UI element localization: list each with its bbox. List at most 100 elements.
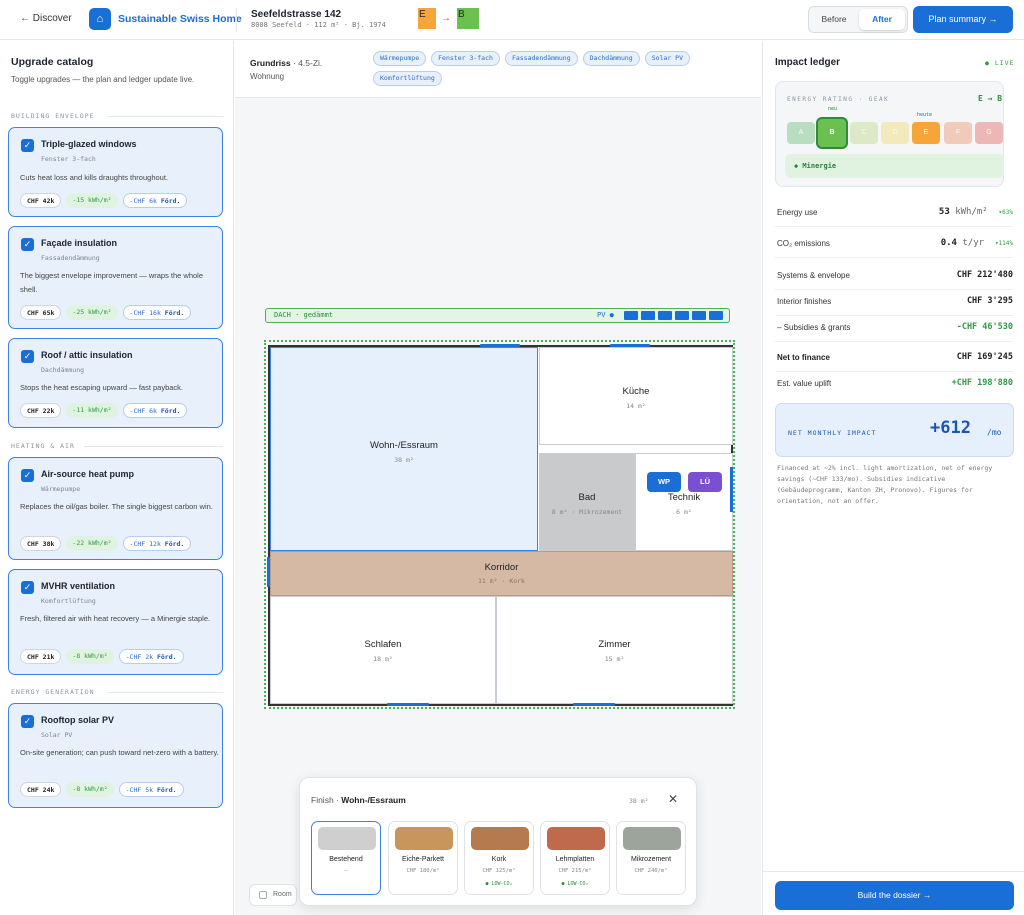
checkbox-icon[interactable] — [259, 891, 267, 899]
solar-panel-icon — [624, 311, 638, 320]
rating-change: E → B — [978, 94, 1003, 103]
upgrade-chip[interactable]: Fassadendämmung — [504, 51, 578, 66]
room-area: 14 m² — [626, 402, 646, 410]
solar-panel-icon — [692, 311, 706, 320]
subsidy-pill: -CHF 2k Förd. — [118, 649, 184, 664]
energy-pill: -22 kWh/m² — [66, 536, 118, 551]
room-bad[interactable]: Bad 8 m² · Mikrozement — [539, 453, 635, 551]
upgrade-card[interactable]: ✓ Rooftop solar PV Solar PV On-site gene… — [8, 703, 223, 808]
property-address: Seefeldstrasse 142 — [251, 9, 342, 20]
row-value: -CHF 46'530 — [956, 322, 1013, 332]
upgrade-card[interactable]: ✓ Roof / attic insulation Dachdämmung St… — [8, 338, 223, 428]
room-name: Wohn-/Essraum — [370, 440, 438, 451]
material-option[interactable]: Mikrozement CHF 240/m² — [616, 821, 686, 895]
impact-ledger: Impact ledger ● LIVE ENERGY RATING · GEA… — [762, 41, 1024, 915]
brand-name[interactable]: Sustainable Swiss Home — [118, 13, 242, 25]
material-swatch — [623, 827, 681, 850]
material-option[interactable]: Bestehend — — [311, 821, 381, 895]
live-indicator: ● LIVE — [985, 59, 1015, 67]
finish-room: Wohn-/Essraum — [341, 795, 406, 805]
section-heading: Heating & air — [11, 442, 75, 450]
material-option[interactable]: Eiche-Parkett CHF 180/m² — [388, 821, 458, 895]
home-logo-icon[interactable]: ⌂ — [89, 8, 111, 30]
material-name: Mikrozement — [630, 856, 672, 863]
material-name: Kork — [491, 856, 507, 863]
material-name: Lehmplatten — [555, 856, 595, 863]
subsidy-pill: -CHF 6k Förd. — [122, 403, 188, 418]
today-rating-tag: heute — [917, 112, 933, 118]
upgrade-chip[interactable]: Fenster 3-fach — [431, 51, 500, 66]
co2-unit: t/yr — [962, 238, 985, 248]
low-co2-badge: ● LOW-CO₂ — [561, 881, 589, 887]
energy-pill: -25 kWh/m² — [66, 305, 118, 320]
close-icon[interactable]: ✕ — [668, 792, 678, 806]
subsidy-amount: -CHF 5k — [125, 786, 154, 794]
checkbox-checked-icon[interactable]: ✓ — [21, 350, 34, 363]
checkbox-checked-icon[interactable]: ✓ — [21, 715, 34, 728]
material-option[interactable]: Lehmplatten CHF 215/m² ● LOW-CO₂ — [540, 821, 610, 895]
room-wohn[interactable]: Wohn-/Essraum 38 m² — [270, 347, 538, 551]
plan-type: Grundriss · 4.5-Zi. — [250, 58, 322, 68]
plan-summary-button[interactable]: Plan summary → — [913, 6, 1013, 33]
walls: Wohn-/Essraum 38 m² Küche 14 m² Bad 8 m²… — [267, 344, 733, 706]
energy-delta: ▾63% — [998, 209, 1013, 216]
room-zimmer[interactable]: Zimmer 15 m² — [496, 596, 733, 704]
divider — [84, 446, 223, 447]
subsidy-pill: -CHF 16k Förd. — [122, 305, 192, 320]
finish-popover: Finish · Wohn-/Essraum 38 m² ✕ Bestehend… — [299, 777, 697, 906]
heat-pump-badge[interactable]: WP — [647, 472, 681, 492]
checkbox-checked-icon[interactable]: ✓ — [21, 139, 34, 152]
before-after-toggle: Before After — [808, 6, 908, 33]
room-korridor[interactable]: Korridor 11 m² · Kork — [270, 551, 733, 596]
material-price: CHF 215/m² — [558, 868, 592, 874]
room-schlafen[interactable]: Schlafen 18 m² — [270, 596, 496, 704]
ledger-row-net: Net to finance CHF 169'245 — [775, 346, 1013, 372]
upgrade-card[interactable]: ✓ Triple-glazed windows Fenster 3-fach C… — [8, 127, 223, 217]
grade-d: D — [881, 122, 909, 144]
low-co2-badge: ● LOW-CO₂ — [485, 881, 513, 887]
fineprint: Financed at ~2% incl. light amortization… — [777, 464, 993, 505]
roof-strip: DACH · gedämmt PV ● — [265, 308, 730, 323]
upgrade-description: Stops the heat escaping upward — fast pa… — [20, 383, 184, 392]
divider — [107, 116, 223, 117]
upgrade-chip[interactable]: Wärmepumpe — [373, 51, 427, 66]
room-area: 38 m² — [394, 456, 414, 464]
row-label: Interior finishes — [777, 297, 832, 306]
net-monthly-unit: /mo — [987, 428, 1002, 437]
window — [610, 344, 650, 347]
room-technik[interactable]: Technik 6 m² WP LÜ — [635, 453, 733, 551]
build-dossier-button[interactable]: Build the dossier → — [775, 881, 1014, 910]
room-kueche[interactable]: Küche 14 m² — [539, 347, 733, 445]
upgrade-card[interactable]: ✓ Air-source heat pump Wärmepumpe Replac… — [8, 457, 223, 560]
upgrade-chip[interactable]: Dachdämmung — [582, 51, 640, 66]
back-link[interactable]: ← Discover — [20, 13, 72, 24]
after-button[interactable]: After — [859, 9, 905, 30]
catalog-title: Upgrade catalog — [11, 56, 94, 68]
checkbox-checked-icon[interactable]: ✓ — [21, 581, 34, 594]
energy-unit: kWh/m² — [955, 207, 988, 217]
material-option[interactable]: Kork CHF 125/m² ● LOW-CO₂ — [464, 821, 534, 895]
finish-title: Finish · Wohn-/Essraum — [311, 795, 406, 805]
room-name: Bad — [578, 492, 596, 503]
upgrade-card[interactable]: ✓ MVHR ventilation Komfortlüftung Fresh,… — [8, 569, 223, 675]
upgrade-chip[interactable]: Solar PV — [644, 51, 690, 66]
checkbox-checked-icon[interactable]: ✓ — [21, 469, 34, 482]
row-label: Systems & envelope — [777, 271, 850, 280]
room-toggle[interactable]: Room — [249, 884, 297, 906]
finish-area: 38 m² — [629, 797, 649, 805]
room-area: 6 m² — [676, 508, 692, 516]
upgrade-description: On-site generation; can push toward net-… — [20, 748, 219, 757]
row-label: Est. value uplift — [777, 379, 832, 388]
energy-pill: -8 kWh/m² — [66, 782, 114, 797]
co2-value: 0.4 — [940, 238, 957, 248]
upgrade-german-name: Fassadendämmung — [41, 254, 100, 262]
cost-pill: CHF 42k — [20, 193, 62, 208]
room-area: 11 m² · Kork — [478, 577, 525, 585]
upgrade-card[interactable]: ✓ Façade insulation Fassadendämmung The … — [8, 226, 223, 329]
upgrade-name: Façade insulation — [41, 238, 118, 248]
checkbox-checked-icon[interactable]: ✓ — [21, 238, 34, 251]
upgrade-chip[interactable]: Komfortlüftung — [373, 71, 442, 86]
energy-pill: -8 kWh/m² — [66, 649, 114, 664]
ventilation-badge[interactable]: LÜ — [688, 472, 722, 492]
before-button[interactable]: Before — [811, 9, 857, 30]
